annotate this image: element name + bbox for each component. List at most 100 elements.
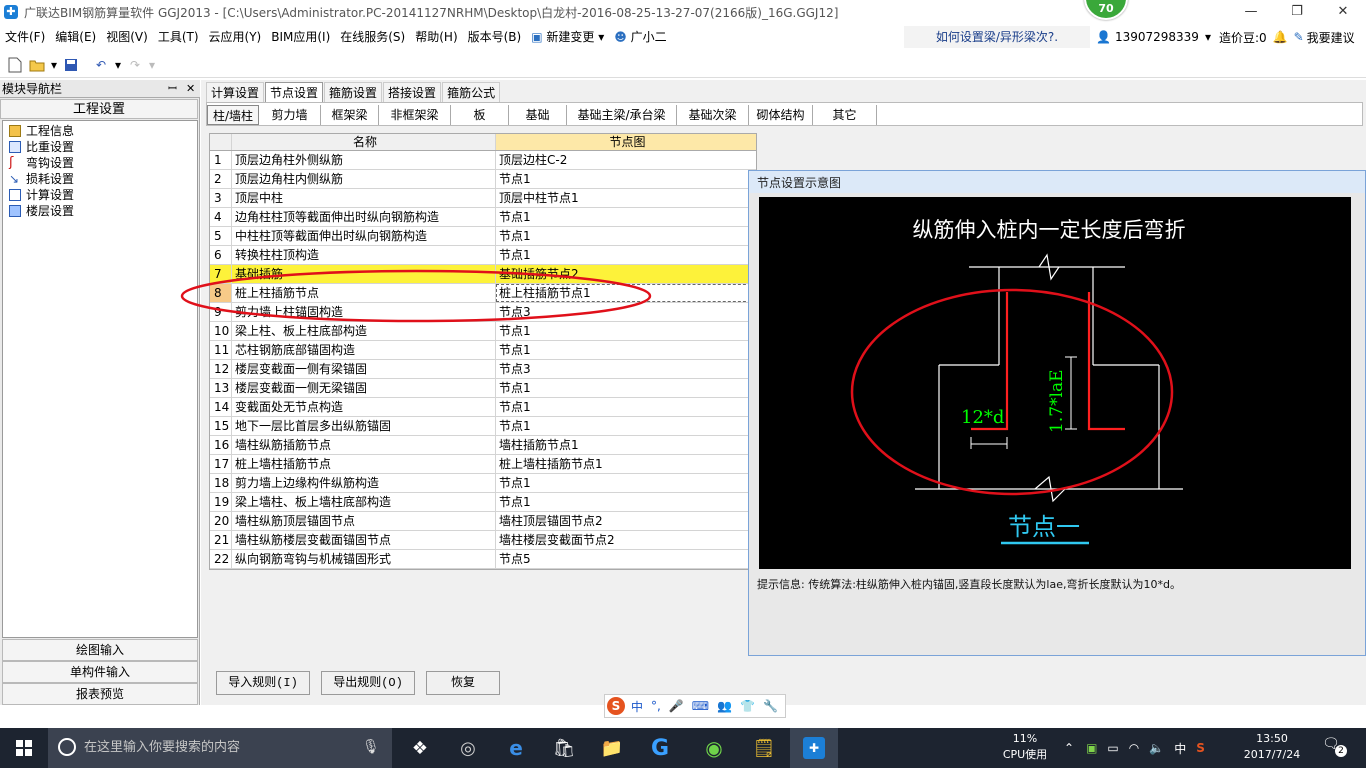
taskbar-app-notes[interactable]: 🗒 <box>740 728 788 768</box>
undo-icon[interactable]: ↶ <box>92 56 110 74</box>
row-name-cell[interactable]: 顶层中柱 <box>232 189 496 207</box>
menu-tools[interactable]: 工具(T) <box>153 24 204 50</box>
row-number[interactable]: 11 <box>210 341 232 359</box>
tab-calc-settings[interactable]: 计算设置 <box>206 82 265 102</box>
table-row[interactable]: 3 顶层中柱 顶层中柱节点1 <box>210 189 756 208</box>
tab-frame-beam[interactable]: 框架梁 <box>321 105 379 125</box>
row-node-cell[interactable]: 节点1 <box>496 246 756 264</box>
taskbar-search-input[interactable]: 在这里输入你要搜索的内容 <box>48 728 392 768</box>
tab-masonry[interactable]: 砌体结构 <box>749 105 813 125</box>
table-row[interactable]: 2 顶层边角柱内侧纵筋 节点1 <box>210 170 756 189</box>
row-name-cell[interactable]: 梁上墙柱、板上墙柱底部构造 <box>232 493 496 511</box>
save-icon[interactable] <box>62 56 80 74</box>
row-node-cell[interactable]: 节点5 <box>496 550 756 568</box>
tab-nonframe-beam[interactable]: 非框架梁 <box>379 105 451 125</box>
row-number[interactable]: 10 <box>210 322 232 340</box>
table-row[interactable]: 20 墙柱纵筋顶层锚固节点 墙柱顶层锚固节点2 <box>210 512 756 531</box>
row-node-cell[interactable]: 墙柱插筋节点1 <box>496 436 756 454</box>
dropdown-arrow-icon[interactable]: ▾ <box>148 56 156 74</box>
menu-file[interactable]: 文件(F) <box>0 24 50 50</box>
table-row[interactable]: 14 变截面处无节点构造 节点1 <box>210 398 756 417</box>
tab-column[interactable]: 柱/墙柱 <box>207 105 259 125</box>
volume-icon[interactable]: 🔈 <box>1149 741 1164 755</box>
menu-help[interactable]: 帮助(H) <box>410 24 462 50</box>
row-number[interactable]: 14 <box>210 398 232 416</box>
row-node-cell[interactable]: 节点1 <box>496 417 756 435</box>
row-number[interactable]: 8 <box>210 284 232 302</box>
row-name-cell[interactable]: 芯柱钢筋底部锚固构造 <box>232 341 496 359</box>
row-node-cell[interactable]: 节点1 <box>496 398 756 416</box>
tree-item-project-info[interactable]: 工程信息 <box>3 123 197 139</box>
tray-ime[interactable]: 中 <box>1174 740 1186 757</box>
tab-other[interactable]: 其它 <box>813 105 877 125</box>
row-name-cell[interactable]: 楼层变截面一侧有梁锚固 <box>232 360 496 378</box>
close-button[interactable]: ✕ <box>1320 0 1366 24</box>
row-number[interactable]: 3 <box>210 189 232 207</box>
wrench-icon[interactable]: 🔧 <box>763 699 778 713</box>
row-name-cell[interactable]: 变截面处无节点构造 <box>232 398 496 416</box>
nav-drawing-input[interactable]: 绘图输入 <box>2 639 198 661</box>
taskbar-app-store[interactable]: 🛍 <box>540 728 588 768</box>
row-number[interactable]: 20 <box>210 512 232 530</box>
row-node-cell[interactable]: 节点3 <box>496 360 756 378</box>
grid-header-name[interactable]: 名称 <box>232 134 496 150</box>
row-number[interactable]: 4 <box>210 208 232 226</box>
row-number[interactable]: 9 <box>210 303 232 321</box>
row-number[interactable]: 18 <box>210 474 232 492</box>
taskbar-app-explorer[interactable]: 📁 <box>588 728 636 768</box>
table-row[interactable]: 15 地下一层比首层多出纵筋锚固 节点1 <box>210 417 756 436</box>
tab-lap-settings[interactable]: 搭接设置 <box>383 82 442 102</box>
table-row[interactable]: 1 顶层边角柱外侧纵筋 顶层边柱C-2 <box>210 151 756 170</box>
clock[interactable]: 13:50 2017/7/24 <box>1232 731 1312 763</box>
row-number[interactable]: 5 <box>210 227 232 245</box>
row-node-cell[interactable]: 节点1 <box>496 170 756 188</box>
row-name-cell[interactable]: 转换柱柱顶构造 <box>232 246 496 264</box>
bell-icon[interactable]: 🔔 <box>1273 30 1288 44</box>
open-folder-icon[interactable] <box>28 56 46 74</box>
export-rules-button[interactable]: 导出规则(O) <box>321 671 415 695</box>
nav-report-preview[interactable]: 报表预览 <box>2 683 198 705</box>
taskbar-app-ggj[interactable]: ✚ <box>790 728 838 768</box>
row-number[interactable]: 19 <box>210 493 232 511</box>
row-name-cell[interactable]: 基础插筋 <box>232 265 496 283</box>
table-row[interactable]: 13 楼层变截面一侧无梁锚固 节点1 <box>210 379 756 398</box>
row-number[interactable]: 13 <box>210 379 232 397</box>
row-number[interactable]: 21 <box>210 531 232 549</box>
row-name-cell[interactable]: 桩上柱插筋节点 <box>232 284 496 302</box>
row-node-cell[interactable]: 节点1 <box>496 474 756 492</box>
row-name-cell[interactable]: 墙柱纵筋楼层变截面锚固节点 <box>232 531 496 549</box>
menu-edit[interactable]: 编辑(E) <box>50 24 101 50</box>
tree-item-hook[interactable]: ʃ 弯钩设置 <box>3 155 197 171</box>
table-row[interactable]: 18 剪力墙上边缘构件纵筋构造 节点1 <box>210 474 756 493</box>
tab-foundation-secondary-beam[interactable]: 基础次梁 <box>677 105 749 125</box>
row-name-cell[interactable]: 墙柱纵筋顶层锚固节点 <box>232 512 496 530</box>
skin-icon[interactable]: 👕 <box>740 699 755 713</box>
table-row[interactable]: 4 边角柱柱顶等截面伸出时纵向钢筋构造 节点1 <box>210 208 756 227</box>
row-name-cell[interactable]: 中柱柱顶等截面伸出时纵向钢筋构造 <box>232 227 496 245</box>
new-file-icon[interactable] <box>6 56 24 74</box>
chevron-up-icon[interactable]: ⌃ <box>1064 741 1074 755</box>
row-name-cell[interactable]: 剪力墙上柱锚固构造 <box>232 303 496 321</box>
row-number[interactable]: 7 <box>210 265 232 283</box>
row-name-cell[interactable]: 地下一层比首层多出纵筋锚固 <box>232 417 496 435</box>
grid-header-node[interactable]: 节点图 <box>496 134 756 150</box>
menu-view[interactable]: 视图(V) <box>101 24 153 50</box>
new-change-menu[interactable]: ▣ 新建变更 ▾ <box>526 24 609 50</box>
tree-item-loss[interactable]: ↘ 损耗设置 <box>3 171 197 187</box>
redo-icon[interactable]: ↷ <box>126 56 144 74</box>
row-node-cell[interactable]: 顶层中柱节点1 <box>496 189 756 207</box>
microphone-icon[interactable]: 🎙 <box>362 739 380 755</box>
menu-online[interactable]: 在线服务(S) <box>335 24 410 50</box>
restore-button[interactable]: 恢复 <box>426 671 500 695</box>
row-number[interactable]: 15 <box>210 417 232 435</box>
dropdown-arrow-icon[interactable]: ▾ <box>50 56 58 74</box>
tab-stirrup-formula[interactable]: 箍筋公式 <box>442 82 501 102</box>
row-number[interactable]: 22 <box>210 550 232 568</box>
table-row[interactable]: 6 转换柱柱顶构造 节点1 <box>210 246 756 265</box>
tab-shear-wall[interactable]: 剪力墙 <box>259 105 321 125</box>
menu-cloud[interactable]: 云应用(Y) <box>204 24 267 50</box>
taskbar-app-glodon[interactable]: G <box>636 728 684 768</box>
wifi-icon[interactable]: ◠ <box>1129 741 1139 755</box>
row-node-cell[interactable]: 桩上墙柱插筋节点1 <box>496 455 756 473</box>
import-rules-button[interactable]: 导入规则(I) <box>216 671 310 695</box>
